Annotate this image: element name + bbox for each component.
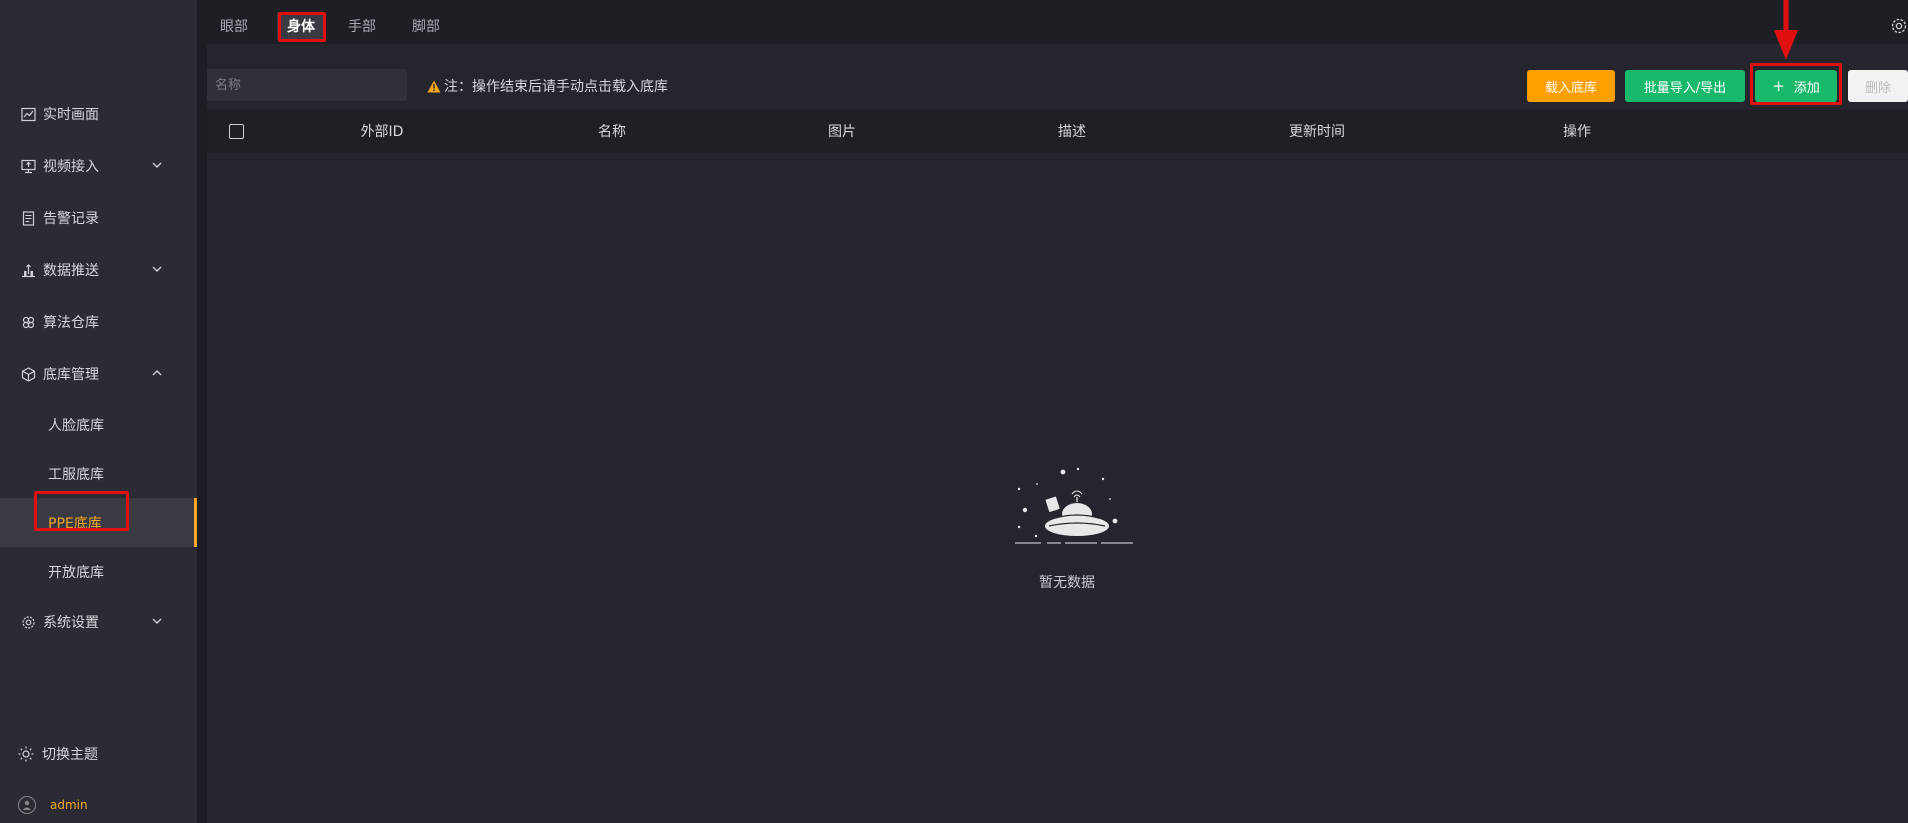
tab-bar: 眼部 身体 手部 脚部: [197, 0, 1908, 44]
sidebar-subitem-label: PPE底库: [48, 515, 102, 532]
column-label: 外部ID: [360, 124, 404, 140]
batch-import-export-button[interactable]: 批量导入/导出: [1625, 70, 1745, 102]
chevron-down-icon: [152, 618, 162, 624]
button-label: 载入底库: [1544, 80, 1597, 96]
column-label: 名称: [598, 124, 626, 140]
column-label: 更新时间: [1289, 124, 1345, 140]
tab-label: 手部: [348, 19, 376, 35]
sidebar-subitem-label: 开放底库: [48, 564, 104, 581]
avatar: [18, 796, 36, 814]
empty-ufo-icon: [1015, 467, 1133, 544]
tab-label: 眼部: [220, 19, 248, 35]
sidebar-item-label: 算法仓库: [43, 315, 99, 331]
column-header: 图片: [727, 109, 957, 153]
sidebar-item-label: 数据推送: [43, 263, 99, 279]
warning-icon: [427, 80, 441, 92]
sidebar-item-algorithms[interactable]: 算法仓库: [0, 296, 197, 348]
button-label: 删除: [1864, 80, 1891, 96]
sidebar-menu: 实时画面 视频接入 告警记录 数据推送 算法仓库 底库管理 人脸底库 工服底库 …: [0, 88, 197, 648]
sidebar-item-label: 底库管理: [43, 367, 99, 383]
tab-hand[interactable]: 手部: [345, 12, 379, 40]
sidebar-item-realtime[interactable]: 实时画面: [0, 88, 197, 140]
tab-eye[interactable]: 眼部: [217, 12, 251, 40]
username: admin: [50, 798, 88, 812]
select-all-checkbox[interactable]: [229, 124, 244, 139]
red-arrow-annotation: [1774, 0, 1798, 60]
chevron-up-icon: [152, 370, 162, 376]
column-label: 描述: [1058, 124, 1086, 140]
user-info[interactable]: admin: [18, 796, 88, 814]
column-header: 更新时间: [1187, 109, 1447, 153]
chevron-down-icon: [152, 162, 162, 168]
algorithm-icon: [20, 314, 36, 330]
sidebar-subitem-open[interactable]: 开放底库: [0, 547, 197, 596]
delete-button[interactable]: 删除: [1848, 70, 1908, 102]
sidebar-item-label: 实时画面: [43, 107, 99, 123]
sidebar-subitem-label: 工服底库: [48, 466, 104, 483]
sidebar-item-label: 视频接入: [43, 159, 99, 175]
tab-foot[interactable]: 脚部: [409, 12, 443, 40]
search-input[interactable]: [207, 69, 407, 101]
load-library-button[interactable]: 载入底库: [1527, 70, 1615, 102]
column-header: 名称: [497, 109, 727, 153]
sidebar: 实时画面 视频接入 告警记录 数据推送 算法仓库 底库管理 人脸底库 工服底库 …: [0, 0, 197, 823]
operation-note: 注：操作结束后请手动点击载入底库: [427, 76, 668, 96]
gear-icon: [20, 614, 36, 630]
cube-icon: [20, 366, 36, 382]
chevron-down-icon: [152, 266, 162, 272]
document-icon: [20, 210, 36, 226]
chart-line-icon: [20, 106, 36, 122]
main-content: 注：操作结束后请手动点击载入底库 载入底库 批量导入/导出 + 添加 删除 外部…: [207, 44, 1908, 823]
sidebar-subitem-uniform[interactable]: 工服底库: [0, 449, 197, 498]
app-root: 实时画面 视频接入 告警记录 数据推送 算法仓库 底库管理 人脸底库 工服底库 …: [0, 0, 1908, 823]
sidebar-subitem-face[interactable]: 人脸底库: [0, 400, 197, 449]
column-label: 操作: [1563, 124, 1591, 140]
sidebar-item-settings[interactable]: 系统设置: [0, 596, 197, 648]
button-label: 添加: [1793, 80, 1820, 96]
sidebar-item-label: 系统设置: [43, 615, 99, 631]
sidebar-subitem-label: 人脸底库: [48, 417, 104, 434]
theme-toggle-label: 切换主题: [42, 747, 98, 763]
theme-toggle[interactable]: 切换主题: [18, 744, 98, 764]
upload-bar-icon: [20, 262, 36, 278]
plus-icon: +: [1772, 77, 1785, 95]
settings-gear-icon[interactable]: [1890, 17, 1908, 35]
sun-icon: [18, 746, 34, 762]
empty-text: 暂无数据: [1039, 575, 1095, 591]
button-label: 批量导入/导出: [1643, 80, 1727, 96]
sidebar-item-alerts[interactable]: 告警记录: [0, 192, 197, 244]
tab-label: 脚部: [412, 19, 440, 35]
sidebar-item-video[interactable]: 视频接入: [0, 140, 197, 192]
note-text: 注：操作结束后请手动点击载入底库: [444, 79, 668, 95]
tab-label: 身体: [287, 19, 315, 35]
sidebar-item-label: 告警记录: [43, 211, 99, 227]
column-label: 图片: [828, 124, 856, 140]
empty-state: 暂无数据: [987, 464, 1147, 592]
tab-body[interactable]: 身体: [277, 12, 325, 40]
column-header: 描述: [957, 109, 1187, 153]
column-header: 操作: [1447, 109, 1707, 153]
table-header: 外部ID 名称 图片 描述 更新时间 操作: [207, 109, 1908, 153]
sidebar-item-library[interactable]: 底库管理: [0, 348, 197, 400]
sidebar-item-push[interactable]: 数据推送: [0, 244, 197, 296]
sidebar-subitem-ppe[interactable]: PPE底库: [0, 498, 197, 547]
column-header: 外部ID: [267, 109, 497, 153]
monitor-icon: [20, 158, 36, 174]
add-button[interactable]: + 添加: [1755, 70, 1837, 102]
